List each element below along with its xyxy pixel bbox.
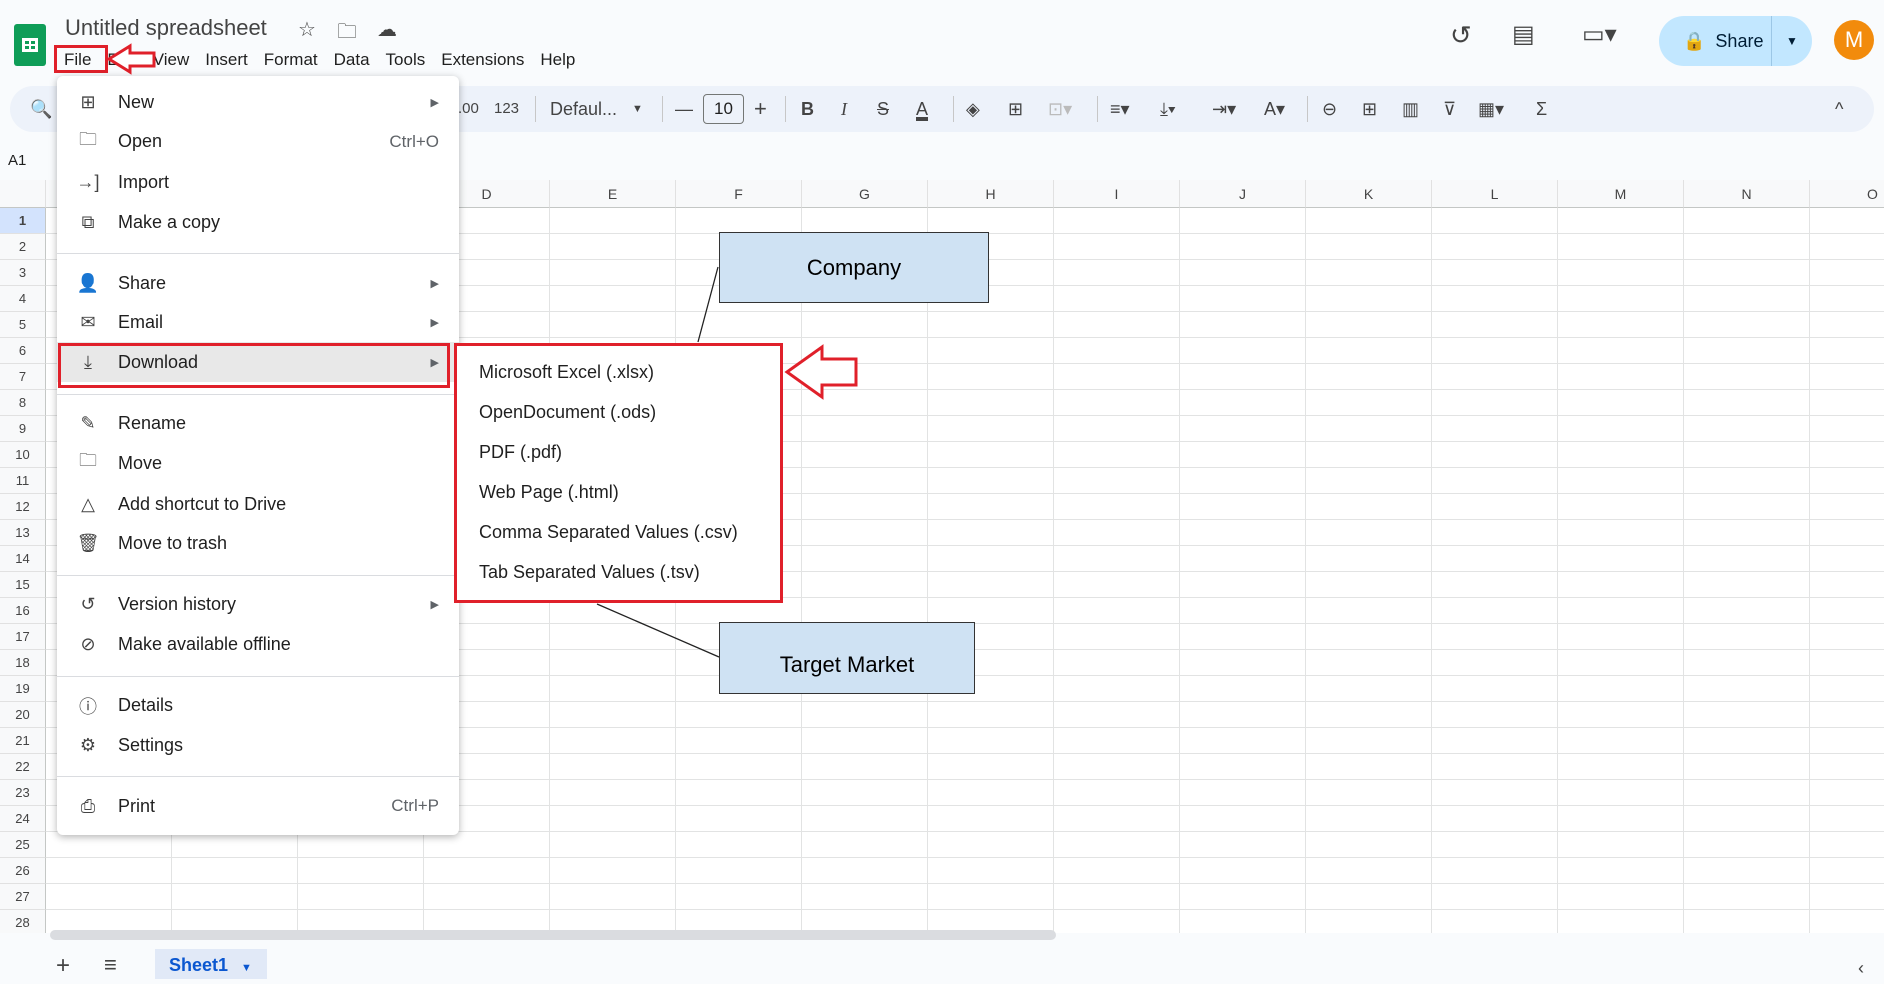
callout-target-market: Target Market [719,622,975,694]
copy-icon: ⧉ [81,211,95,232]
submenu-arrow-icon: ▶ [430,96,439,109]
submenu-arrow-icon: ▶ [430,277,439,290]
download-option-1[interactable]: OpenDocument (.ods) [479,402,656,423]
menu-item-label: Share [118,272,167,293]
menu-divider [57,675,459,677]
horizontal-scrollbar[interactable] [50,930,1056,940]
add-sheet-icon[interactable]: + [56,952,70,980]
menu-item-label: Import [118,171,170,192]
menu-divider [57,393,459,395]
menu-item-label: Details [118,695,174,716]
file-menu-item-details[interactable]: ⓘ Details [57,686,459,726]
red-arrow-file-icon [106,43,156,75]
file-menu-item-version-history[interactable]: ↺ Version history ▶ [57,585,459,625]
folder-icon: 🗀 [79,128,97,149]
print-icon: ⎙ [80,795,96,816]
download-option-3[interactable]: Web Page (.html) [479,482,619,503]
file-menu-item-print[interactable]: ⎙ Print Ctrl+P [57,786,459,826]
menu-item-label: Move to trash [118,533,228,554]
shortcut-label: Ctrl+P [391,796,439,816]
menu-item-label: New [118,91,155,112]
submenu-arrow-icon: ▶ [430,599,439,612]
file-menu-item-make-a-copy[interactable]: ⧉ Make a copy [57,202,459,242]
info-icon: ⓘ [79,696,97,717]
download-highlight [58,343,450,388]
menu-item-label: Settings [118,734,184,755]
file-menu-item-move-to-trash[interactable]: 🗑 Move to trash [57,524,459,564]
gear-icon: ⚙ [79,734,97,755]
trash-icon: 🗑 [76,533,100,554]
shortcut-label: Ctrl+O [389,131,439,151]
download-option-4[interactable]: Comma Separated Values (.csv) [479,522,738,543]
callout-company: Company [719,232,989,303]
download-option-0[interactable]: Microsoft Excel (.xlsx) [479,362,654,383]
drive-shortcut-icon: △ [81,493,95,514]
sheet-tab-dropdown-icon[interactable]: ▼ [241,962,252,974]
file-menu-highlight [54,45,108,73]
plus-square-icon: ⊞ [80,91,96,112]
rename-icon: ✎ [80,413,96,434]
file-menu-item-new[interactable]: ⊞ New ▶ [57,82,459,122]
connector-line-company [697,266,719,343]
menu-item-label: Make available offline [118,633,291,654]
menu-divider [57,574,459,576]
history-icon: ↺ [80,594,96,615]
file-menu-item-open[interactable]: 🗀 Open Ctrl+O [57,122,459,162]
download-option-2[interactable]: PDF (.pdf) [479,442,562,463]
connector-line-target-market [596,603,720,658]
menu-item-label: Print [118,795,156,816]
menu-item-label: Move [118,452,163,473]
menu-item-label: Rename [118,413,187,434]
menu-item-label: Make a copy [118,211,221,232]
download-option-5[interactable]: Tab Separated Values (.tsv) [479,562,700,583]
menu-item-label: Add shortcut to Drive [118,493,287,514]
menu-item-label: Open [118,131,163,152]
sheet-tab-sheet1[interactable]: Sheet1 ▼ [155,949,267,979]
download-submenu: Microsoft Excel (.xlsx) OpenDocument (.od… [454,343,783,603]
file-menu-item-move[interactable]: 🗀 Move [57,443,459,483]
move-folder-icon: 🗀 [79,450,97,471]
sheet-tab-bar [0,942,1884,979]
submenu-arrow-icon: ▶ [430,317,439,330]
menu-divider [57,253,459,255]
mail-icon: ✉ [80,312,96,333]
sheet-tab-label: Sheet1 [169,955,229,975]
file-menu-item-add-shortcut-to-drive[interactable]: △ Add shortcut to Drive [57,484,459,524]
scroll-sheets-left-icon[interactable]: ‹ [1858,958,1864,979]
file-menu-item-make-available-offline[interactable]: ⊘ Make available offline [57,624,459,664]
file-menu-item-rename[interactable]: ✎ Rename [57,404,459,444]
file-menu-item-share[interactable]: 👤 Share ▶ [57,263,459,303]
all-sheets-icon[interactable]: ≡ [104,952,117,978]
menu-item-label: Email [118,312,164,333]
file-menu-item-email[interactable]: ✉ Email ▶ [57,303,459,343]
file-menu-item-import[interactable]: →] Import [57,162,459,202]
file-menu-item-settings[interactable]: ⚙ Settings [57,725,459,765]
file-menu: ⊞ New ▶ 🗀 Open Ctrl+O →] Import ⧉ Make a copy 👤 Sha… [57,76,459,835]
import-icon: →] [76,171,100,192]
person-add-icon: 👤 [76,272,100,293]
menu-divider [57,776,459,778]
red-arrow-download-icon [784,344,858,400]
offline-icon: ⊘ [80,633,96,654]
menu-item-label: Version history [118,594,237,615]
